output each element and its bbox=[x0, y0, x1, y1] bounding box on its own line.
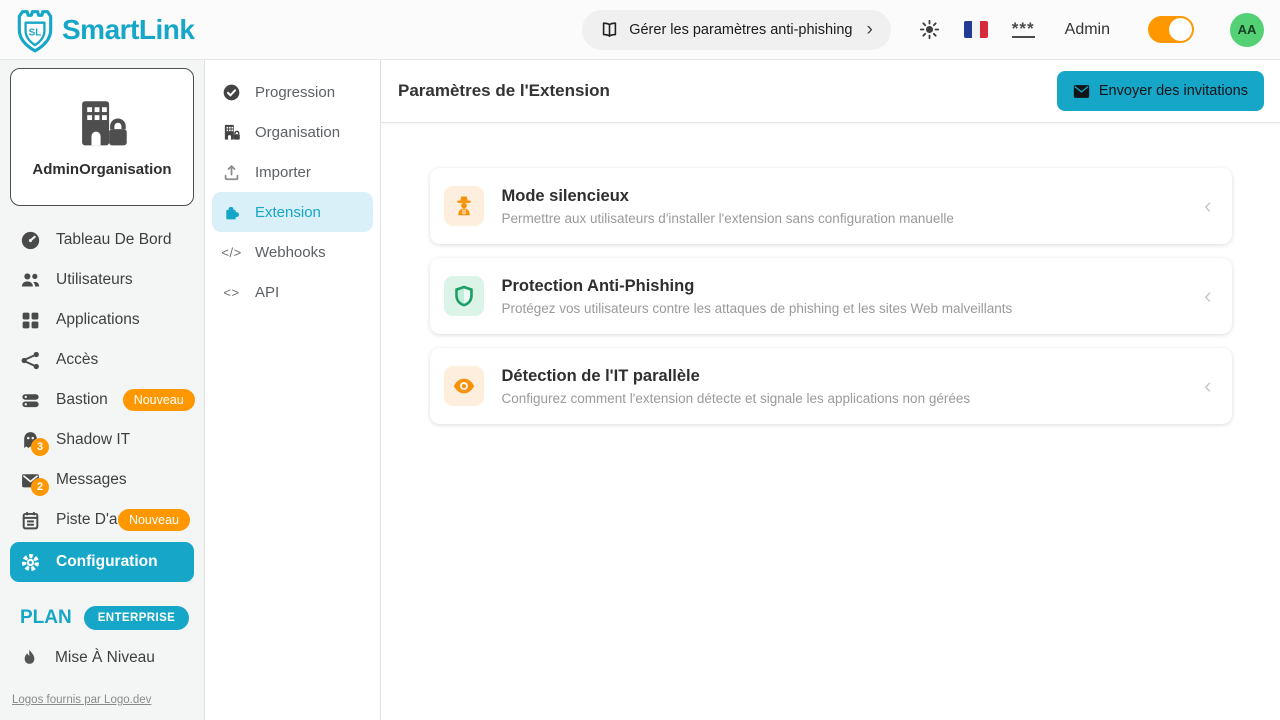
subnav-item-progression[interactable]: Progression bbox=[212, 72, 373, 112]
shield-icon bbox=[444, 276, 484, 316]
main-content: Paramètres de l'Extension Envoyer des in… bbox=[381, 60, 1280, 720]
gear-icon bbox=[20, 552, 41, 573]
nouveau-badge: Nouveau bbox=[118, 509, 190, 531]
nouveau-badge: Nouveau bbox=[123, 389, 195, 411]
envelope-icon bbox=[1073, 84, 1090, 99]
flame-icon bbox=[20, 648, 39, 667]
sidebar-item-label: Applications bbox=[56, 311, 140, 329]
admin-label: Admin bbox=[1065, 21, 1110, 39]
building-lock-icon bbox=[73, 97, 131, 151]
shield-castle-logo-icon: SL bbox=[14, 7, 56, 53]
sidebar-item-label: Bastion bbox=[56, 391, 108, 409]
plan-label: PLAN bbox=[20, 607, 72, 629]
settings-subnav: Progression Organisation bbox=[205, 60, 381, 720]
book-icon bbox=[600, 21, 619, 38]
upgrade-label: Mise À Niveau bbox=[55, 649, 155, 667]
brand-name: SmartLink bbox=[62, 14, 194, 46]
sidebar-item-dashboard[interactable]: Tableau De Bord bbox=[10, 220, 194, 260]
toggle-knob bbox=[1169, 18, 1192, 41]
sidebar-item-access[interactable]: Accès bbox=[10, 340, 194, 380]
light-theme-sun-icon[interactable] bbox=[919, 19, 940, 40]
logo-credit-link[interactable]: Logos fournis par Logo.dev bbox=[12, 694, 194, 706]
extension-settings-list: Mode silencieux Permettre aux utilisateu… bbox=[430, 168, 1232, 438]
card-shadow-it-detection[interactable]: Détection de l'IT parallèle Configurez c… bbox=[430, 348, 1232, 424]
card-silent-mode[interactable]: Mode silencieux Permettre aux utilisateu… bbox=[430, 168, 1232, 244]
sidebar-item-configuration[interactable]: Configuration bbox=[10, 542, 194, 582]
card-description: Permettre aux utilisateurs d'installer l… bbox=[502, 211, 954, 226]
chevron-right-icon: › bbox=[866, 20, 872, 39]
sidebar-item-shadow-it[interactable]: 3 Shadow IT bbox=[10, 420, 194, 460]
sidebar-item-label: Utilisateurs bbox=[56, 271, 133, 289]
subnav-item-label: Extension bbox=[255, 204, 321, 221]
cta-label: Gérer les paramètres anti-phishing bbox=[629, 22, 852, 38]
sidebar-item-applications[interactable]: Applications bbox=[10, 300, 194, 340]
calendar-icon bbox=[20, 510, 41, 531]
page-header: Paramètres de l'Extension Envoyer des in… bbox=[381, 60, 1280, 123]
primary-sidebar: AdminOrganisation Tableau De Bord Utilis… bbox=[0, 60, 205, 720]
french-flag-language-icon[interactable] bbox=[964, 21, 988, 38]
main-nav: Tableau De Bord Utilisateurs Application… bbox=[10, 220, 194, 582]
subnav-item-webhooks[interactable]: </> Webhooks bbox=[212, 232, 373, 272]
card-title: Protection Anti-Phishing bbox=[502, 277, 1013, 296]
subnav-item-extension[interactable]: Extension bbox=[212, 192, 373, 232]
grid-icon bbox=[20, 310, 41, 331]
sidebar-item-messages[interactable]: 2 Messages bbox=[10, 460, 194, 500]
card-title: Détection de l'IT parallèle bbox=[502, 367, 971, 386]
brand-logo[interactable]: SL SmartLink bbox=[14, 7, 194, 53]
shadow-it-count-badge: 3 bbox=[31, 438, 49, 456]
sidebar-item-label: Configuration bbox=[56, 553, 158, 571]
card-title: Mode silencieux bbox=[502, 187, 954, 206]
subnav-item-label: Webhooks bbox=[255, 244, 326, 261]
mail-icon: 2 bbox=[20, 470, 41, 491]
subnav-item-label: Organisation bbox=[255, 124, 340, 141]
subnav-item-label: API bbox=[255, 284, 279, 301]
subnav-item-api[interactable]: <> API bbox=[212, 272, 373, 312]
card-description: Protégez vos utilisateurs contre les att… bbox=[502, 301, 1013, 316]
gauge-icon bbox=[20, 230, 41, 251]
incognito-icon bbox=[444, 186, 484, 226]
puzzle-icon bbox=[222, 203, 241, 222]
sidebar-item-label: Accès bbox=[56, 351, 98, 369]
organisation-name: AdminOrganisation bbox=[32, 161, 171, 178]
subnav-item-label: Importer bbox=[255, 164, 311, 181]
server-icon bbox=[20, 390, 41, 411]
eye-icon bbox=[444, 366, 484, 406]
users-icon bbox=[20, 270, 41, 291]
sidebar-item-label: Messages bbox=[56, 471, 127, 489]
card-anti-phishing[interactable]: Protection Anti-Phishing Protégez vos ut… bbox=[430, 258, 1232, 334]
chevron-icon: ‹ bbox=[1204, 375, 1211, 397]
page-title: Paramètres de l'Extension bbox=[398, 81, 610, 101]
subnav-item-organisation[interactable]: Organisation bbox=[212, 112, 373, 152]
sidebar-item-bastion[interactable]: Bastion Nouveau bbox=[10, 380, 194, 420]
sidebar-item-label: Tableau De Bord bbox=[56, 231, 171, 249]
messages-count-badge: 2 bbox=[31, 478, 49, 496]
avatar[interactable]: AA bbox=[1230, 13, 1264, 47]
share-icon bbox=[20, 350, 41, 371]
check-circle-icon bbox=[222, 83, 241, 102]
plan-enterprise-badge[interactable]: ENTERPRISE bbox=[84, 606, 190, 630]
ghost-icon: 3 bbox=[20, 430, 41, 451]
organisation-card[interactable]: AdminOrganisation bbox=[10, 68, 194, 206]
code-slash-icon: </> bbox=[222, 243, 241, 262]
subnav-item-label: Progression bbox=[255, 84, 335, 101]
card-description: Configurez comment l'extension détecte e… bbox=[502, 391, 971, 406]
admin-mode-toggle[interactable] bbox=[1148, 16, 1194, 43]
upload-icon bbox=[222, 163, 241, 182]
chevron-icon: ‹ bbox=[1204, 285, 1211, 307]
anti-phishing-settings-button[interactable]: Gérer les paramètres anti-phishing › bbox=[582, 10, 891, 50]
send-invitations-label: Envoyer des invitations bbox=[1099, 83, 1248, 99]
building-lock-icon bbox=[222, 123, 241, 142]
masked-dots-icon[interactable]: *** bbox=[1012, 22, 1035, 38]
send-invitations-button[interactable]: Envoyer des invitations bbox=[1057, 71, 1264, 111]
sidebar-item-audit-trail[interactable]: Piste D'audit Nouveau bbox=[10, 500, 194, 540]
sidebar-item-users[interactable]: Utilisateurs bbox=[10, 260, 194, 300]
code-brackets-icon: <> bbox=[222, 283, 241, 302]
upgrade-button[interactable]: Mise À Niveau bbox=[20, 648, 194, 667]
subnav-item-importer[interactable]: Importer bbox=[212, 152, 373, 192]
sidebar-item-label: Shadow IT bbox=[56, 431, 130, 449]
top-header: SL SmartLink Gérer les paramètres anti-p… bbox=[0, 0, 1280, 60]
chevron-icon: ‹ bbox=[1204, 195, 1211, 217]
svg-text:SL: SL bbox=[29, 27, 42, 38]
